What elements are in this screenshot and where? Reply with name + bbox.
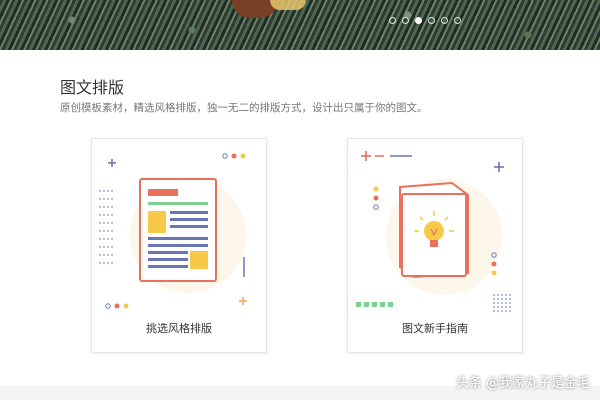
carousel-dot[interactable] — [428, 17, 435, 24]
card-label: 挑选风格排版 — [146, 322, 212, 335]
banner-highlight — [270, 0, 306, 10]
card-style-layout[interactable]: 挑选风格排版 — [91, 138, 267, 353]
banner-image[interactable] — [0, 0, 600, 50]
carousel-dot[interactable] — [454, 17, 461, 24]
card-beginner-guide[interactable]: 图文新手指南 — [347, 138, 523, 353]
carousel-dot[interactable] — [441, 17, 448, 24]
section-title: 图文排版 — [60, 78, 125, 97]
section-subtitle: 原创模板素材，精选风格排版，独一无二的排版方式，设计出只属于你的图文。 — [60, 102, 428, 114]
card-label: 图文新手指南 — [402, 322, 468, 335]
carousel-dot[interactable] — [402, 17, 409, 24]
watermark: 头条 @我家丸子是金毛 — [455, 376, 590, 391]
carousel-indicators — [389, 17, 461, 24]
carousel-dot[interactable] — [389, 17, 396, 24]
carousel-dot-active[interactable] — [415, 17, 422, 24]
